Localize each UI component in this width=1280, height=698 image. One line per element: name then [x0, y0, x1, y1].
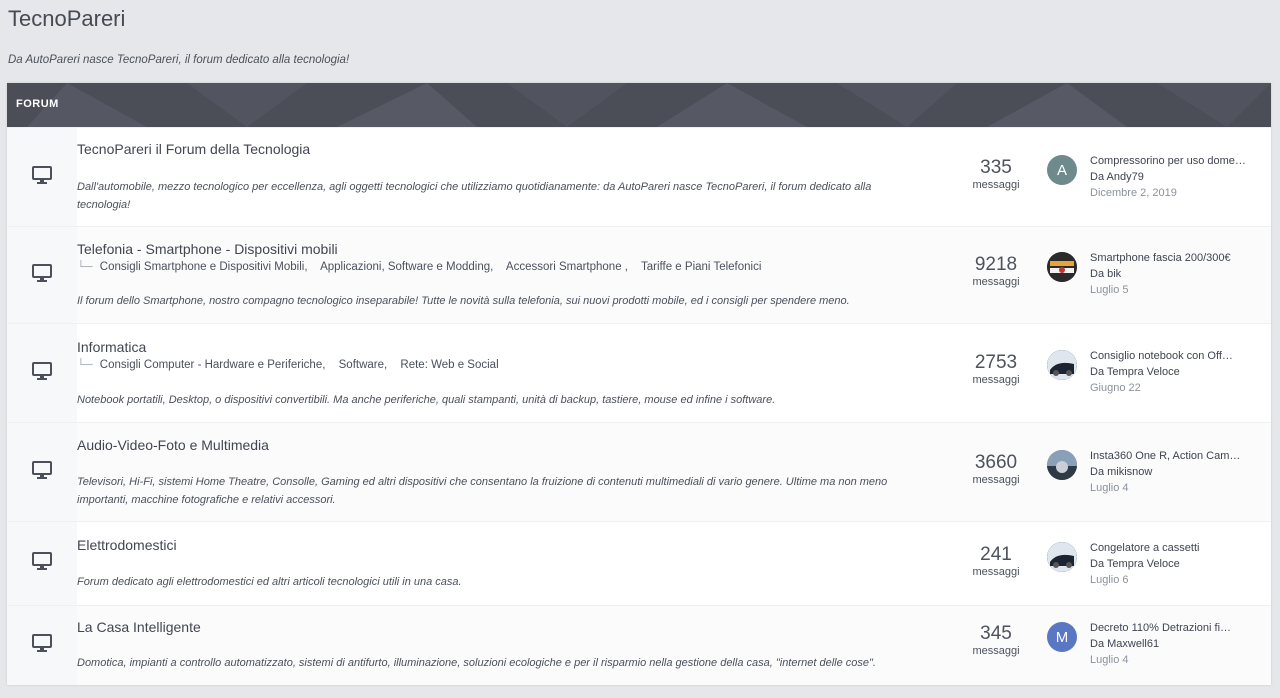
forum-description: Domotica, impianti a controllo automatiz…: [77, 657, 876, 669]
subforum-link[interactable]: Tariffe e Piani Telefonici: [641, 261, 761, 273]
message-count: 2753: [974, 352, 1018, 373]
avatar-image-icon: [1047, 542, 1077, 572]
forum-icon-cell: [7, 227, 77, 323]
last-post-title[interactable]: Congelatore a cassetti: [1090, 541, 1250, 556]
last-post-info: Consiglio notebook con Off… Da Tempra Ve…: [1090, 349, 1250, 396]
last-post-author[interactable]: Da Tempra Veloce: [1090, 364, 1250, 380]
forum-title[interactable]: Audio-Video-Foto e Multimedia: [77, 437, 269, 453]
forum-row: Telefonia - Smartphone - Dispositivi mob…: [7, 226, 1271, 323]
monitor-icon: [32, 460, 52, 484]
forum-stats: 2753 messaggi: [943, 352, 1049, 386]
last-post-author[interactable]: Da mikisnow: [1090, 464, 1250, 480]
last-post-title[interactable]: Decreto 110% Detrazioni fi…: [1090, 621, 1250, 636]
monitor-icon: [32, 165, 52, 189]
subforum-link[interactable]: Applicazioni, Software e Modding,: [320, 261, 493, 273]
message-count-label: messaggi: [972, 374, 1020, 386]
last-post-info: Insta360 One R, Action Cam… Da mikisnow …: [1090, 449, 1250, 496]
message-count: 9218: [974, 254, 1018, 275]
last-post-info: Congelatore a cassetti Da Tempra Veloce …: [1090, 541, 1250, 588]
monitor-icon: [32, 361, 52, 385]
forum-list: FORUM TecnoPareri il Forum della Tecnolo…: [7, 83, 1271, 685]
last-post-title[interactable]: Smartphone fascia 200/300€: [1090, 251, 1250, 266]
subforum-link[interactable]: Consigli Computer - Hardware e Periferic…: [100, 359, 326, 371]
message-count: 3660: [974, 452, 1018, 473]
forum-description: Dall'automobile, mezzo tecnologico per e…: [77, 181, 872, 211]
forum-header-label: FORUM: [16, 98, 59, 110]
forum-title[interactable]: TecnoPareri il Forum della Tecnologia: [77, 141, 310, 157]
monitor-icon: [32, 634, 52, 657]
forum-title[interactable]: Elettrodomestici: [77, 537, 177, 553]
subforum-link[interactable]: Rete: Web e Social: [400, 359, 498, 371]
subforum-list: └─ Consigli Smartphone e Dispositivi Mob…: [77, 261, 771, 273]
forum-description: Televisori, Hi-Fi, sistemi Home Theatre,…: [77, 476, 888, 506]
forum-row: TecnoPareri il Forum della Tecnologia Da…: [7, 127, 1271, 226]
forum-title[interactable]: La Casa Intelligente: [77, 619, 201, 635]
last-post-date: Luglio 6: [1090, 574, 1129, 586]
avatar-image-icon: [1047, 450, 1077, 480]
forum-icon-cell: [7, 324, 77, 422]
message-count: 345: [980, 623, 1012, 644]
avatar[interactable]: A: [1047, 155, 1077, 185]
last-post-title[interactable]: Compressorino per uso dome…: [1090, 154, 1250, 169]
monitor-icon: [32, 263, 52, 287]
forum-description: Forum dedicato agli elettrodomestici ed …: [77, 576, 462, 588]
message-count: 241: [980, 544, 1012, 565]
monitor-icon: [32, 552, 52, 575]
avatar[interactable]: [1047, 542, 1077, 572]
message-count: 335: [980, 157, 1012, 178]
subforum-list: └─ Consigli Computer - Hardware e Perife…: [77, 359, 509, 371]
last-post-info: Smartphone fascia 200/300€ Da bik Luglio…: [1090, 251, 1250, 298]
forum-stats: 335 messaggi: [943, 157, 1049, 191]
avatar[interactable]: M: [1047, 622, 1077, 652]
last-post-date: Giugno 22: [1090, 382, 1141, 394]
forum-description: Il forum dello Smartphone, nostro compag…: [77, 295, 850, 307]
forum-stats: 345 messaggi: [943, 623, 1049, 657]
avatar-image-icon: [1047, 350, 1077, 380]
subforum-arrow-icon: └─: [77, 261, 93, 273]
forum-row: La Casa Intelligente Domotica, impianti …: [7, 605, 1271, 685]
subforum-link[interactable]: Consigli Smartphone e Dispositivi Mobili…: [100, 261, 308, 273]
forum-icon-cell: [7, 606, 77, 685]
forum-icon-cell: [7, 522, 77, 605]
last-post-author[interactable]: Da Andy79: [1090, 169, 1250, 185]
avatar-image-icon: [1047, 252, 1077, 282]
forum-description: Notebook portatili, Desktop, o dispositi…: [77, 394, 776, 406]
message-count-label: messaggi: [972, 566, 1020, 578]
last-post-title[interactable]: Consiglio notebook con Off…: [1090, 349, 1250, 364]
forum-stats: 9218 messaggi: [943, 254, 1049, 288]
subforum-link[interactable]: Accessori Smartphone ,: [506, 261, 628, 273]
last-post-date: Luglio 4: [1090, 654, 1129, 666]
message-count-label: messaggi: [972, 645, 1020, 657]
last-post-date: Luglio 5: [1090, 284, 1129, 296]
forum-title[interactable]: Informatica: [77, 339, 146, 355]
site-title[interactable]: TecnoPareri: [8, 6, 125, 32]
forum-row: Elettrodomestici Forum dedicato agli ele…: [7, 521, 1271, 605]
last-post-author[interactable]: Da Tempra Veloce: [1090, 556, 1250, 572]
last-post-author[interactable]: Da Maxwell61: [1090, 636, 1250, 652]
last-post-info: Compressorino per uso dome… Da Andy79 Di…: [1090, 154, 1250, 201]
last-post-date: Dicembre 2, 2019: [1090, 187, 1177, 199]
forum-icon-cell: [7, 423, 77, 521]
avatar[interactable]: [1047, 450, 1077, 480]
forum-row: Informatica └─ Consigli Computer - Hardw…: [7, 323, 1271, 422]
site-tagline: Da AutoPareri nasce TecnoPareri, il foru…: [8, 54, 350, 66]
subforum-arrow-icon: └─: [77, 359, 93, 371]
forum-row: Audio-Video-Foto e Multimedia Televisori…: [7, 422, 1271, 521]
header-pattern: [27, 83, 1271, 127]
forum-stats: 241 messaggi: [943, 544, 1049, 578]
message-count-label: messaggi: [972, 474, 1020, 486]
forum-icon-cell: [7, 128, 77, 226]
last-post-author[interactable]: Da bik: [1090, 266, 1250, 282]
avatar[interactable]: [1047, 350, 1077, 380]
subforum-link[interactable]: Software,: [339, 359, 388, 371]
message-count-label: messaggi: [972, 276, 1020, 288]
last-post-title[interactable]: Insta360 One R, Action Cam…: [1090, 449, 1250, 464]
message-count-label: messaggi: [972, 179, 1020, 191]
forum-title[interactable]: Telefonia - Smartphone - Dispositivi mob…: [77, 241, 338, 257]
last-post-date: Luglio 4: [1090, 482, 1129, 494]
last-post-info: Decreto 110% Detrazioni fi… Da Maxwell61…: [1090, 621, 1250, 668]
forum-category-header: FORUM: [7, 83, 1271, 127]
avatar[interactable]: [1047, 252, 1077, 282]
forum-stats: 3660 messaggi: [943, 452, 1049, 486]
